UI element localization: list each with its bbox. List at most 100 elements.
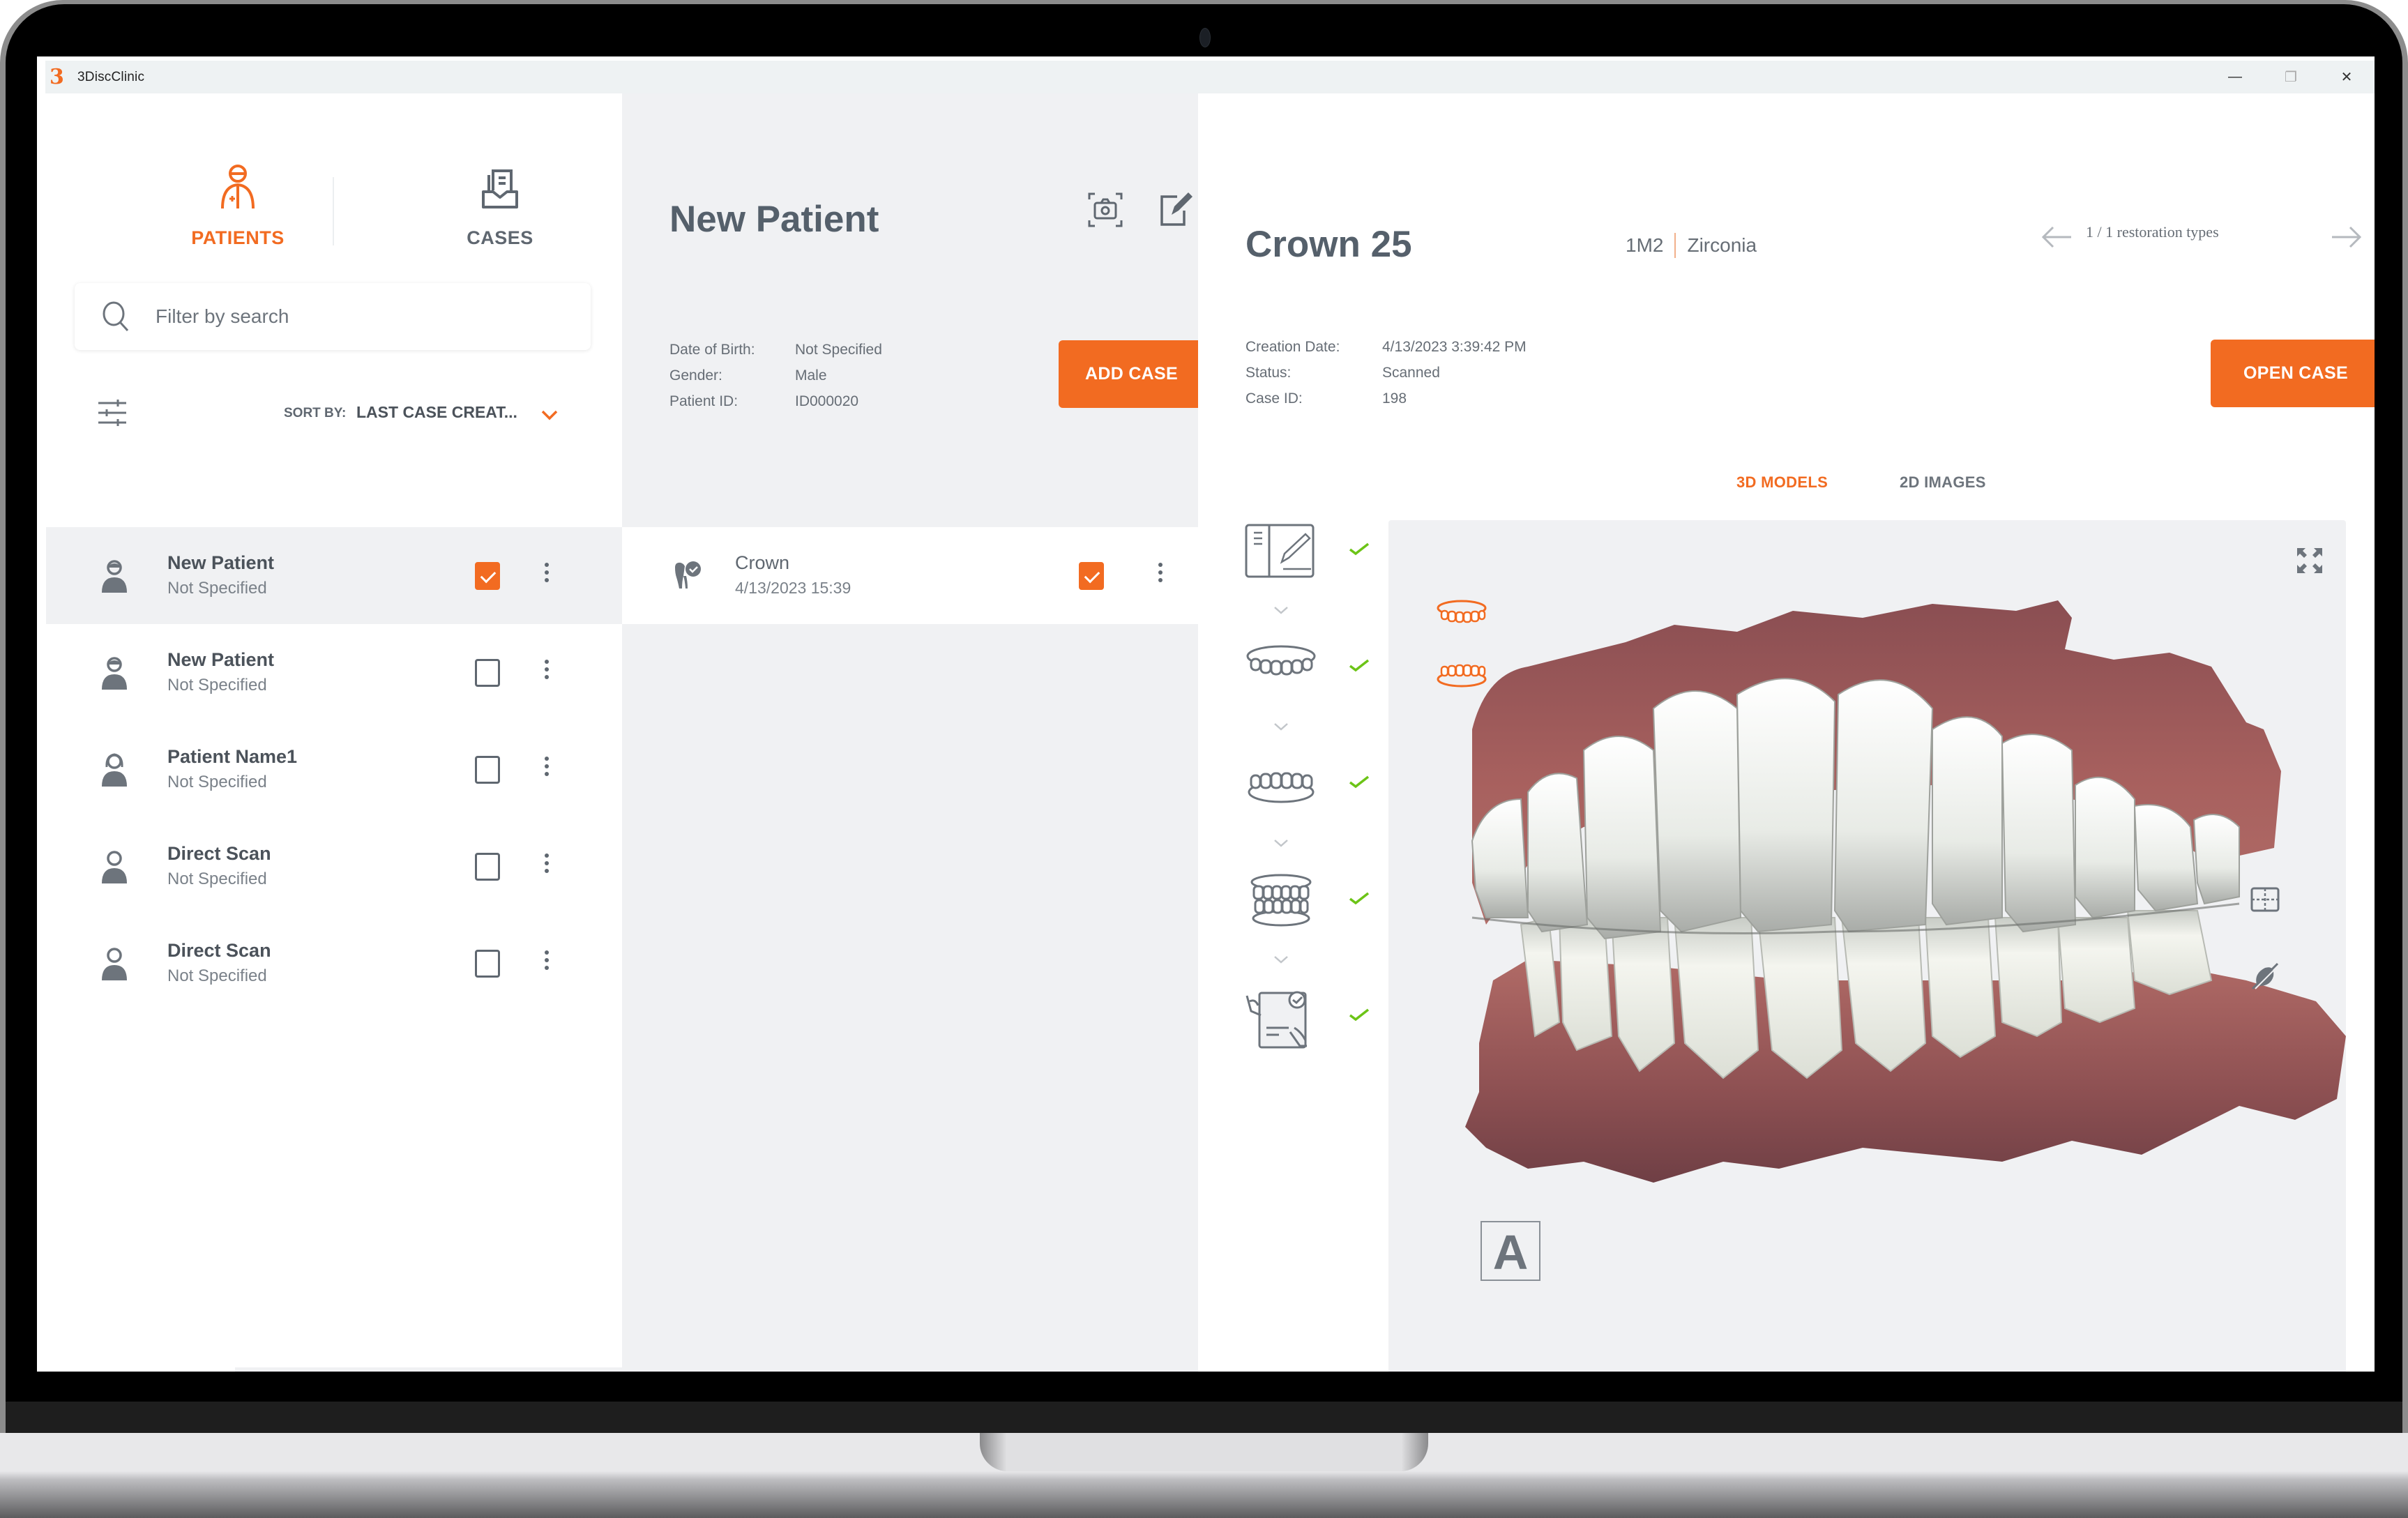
- patient-name: New Patient: [167, 552, 275, 573]
- patients-sidebar: PATIENTS CASES SORT BY:: [37, 93, 622, 1372]
- camera-capture-icon[interactable]: [1086, 191, 1124, 229]
- patient-name: Direct Scan: [167, 940, 271, 961]
- female-avatar-icon: [102, 753, 127, 787]
- tab-3d-models[interactable]: 3D MODELS: [1736, 473, 1828, 492]
- workflow-step-upper-jaw: [1244, 639, 1384, 756]
- filter-settings-icon[interactable]: [97, 397, 128, 428]
- dob-row: Date of Birth: Not Specified: [669, 342, 882, 367]
- neutral-avatar-icon: [102, 851, 127, 883]
- tab-patients-label: PATIENTS: [191, 227, 285, 248]
- prescription-form-icon[interactable]: [1244, 523, 1318, 579]
- sort-by-select[interactable]: LAST CASE CREAT...: [356, 403, 517, 422]
- sort-by-label: SORT BY:: [284, 406, 347, 420]
- chevron-down-icon[interactable]: [539, 404, 560, 425]
- case-checkbox[interactable]: [1079, 562, 1104, 590]
- dob-value: Not Specified: [795, 342, 882, 358]
- patient-checkbox[interactable]: [475, 659, 500, 687]
- patient-list-item[interactable]: New Patient Not Specified: [46, 624, 622, 721]
- search-input[interactable]: [154, 305, 561, 328]
- patient-list-item[interactable]: Patient Name1 Not Specified: [46, 721, 622, 818]
- laptop-chin: [6, 1402, 2402, 1433]
- case-list-item[interactable]: Crown 4/13/2023 15:39: [622, 527, 1198, 624]
- step-chevron-down-icon: [1274, 723, 1288, 731]
- review-approve-icon[interactable]: [1244, 989, 1318, 1052]
- patient-more-menu-icon[interactable]: [540, 656, 554, 687]
- texture-toggle-icon[interactable]: [2250, 961, 2280, 992]
- tab-patients[interactable]: PATIENTS: [133, 160, 342, 257]
- neutral-avatar-icon: [102, 948, 127, 980]
- edit-icon[interactable]: [1156, 191, 1194, 229]
- step-chevron-down-icon: [1274, 840, 1288, 847]
- patient-subtitle: Not Specified: [167, 870, 267, 888]
- step-done-check-icon: [1349, 775, 1370, 789]
- tab-2d-images[interactable]: 2D IMAGES: [1900, 473, 1986, 492]
- add-case-button[interactable]: ADD CASE: [1059, 340, 1204, 408]
- restoration-pager: 1 / 1 restoration types: [2086, 223, 2219, 241]
- patient-list-item[interactable]: Direct Scan Not Specified: [46, 818, 622, 915]
- patient-list-item[interactable]: Direct Scan Not Specified: [46, 915, 622, 1012]
- restore-button[interactable]: ❐: [2263, 61, 2319, 93]
- patient-name: Patient Name1: [167, 746, 298, 767]
- tab-cases-label: CASES: [467, 227, 533, 248]
- view-orientation-anterior[interactable]: A: [1481, 1221, 1540, 1281]
- section-view-icon[interactable]: [2250, 884, 2280, 915]
- patient-checkbox[interactable]: [475, 853, 500, 881]
- patient-info: Date of Birth: Not Specified Gender: Mal…: [669, 342, 882, 419]
- bite-scan-icon[interactable]: [1244, 872, 1318, 928]
- open-case-button[interactable]: OPEN CASE: [2211, 340, 2375, 407]
- patient-more-menu-icon[interactable]: [540, 850, 554, 881]
- patient-id-label: Patient ID:: [669, 393, 739, 409]
- case-id-label: Case ID:: [1245, 390, 1303, 407]
- case-id-value: 198: [1382, 390, 1407, 407]
- patient-name: New Patient: [167, 649, 275, 670]
- gender-value: Male: [795, 367, 827, 384]
- patient-list-item[interactable]: New Patient Not Specified: [46, 527, 622, 624]
- title-bar: 3 3DiscClinic — ❐ ✕: [45, 61, 2375, 93]
- model-tabs: 3D MODELS 2D IMAGES: [1198, 473, 2375, 501]
- webcam: [1199, 28, 1211, 47]
- status-label: Status:: [1245, 365, 1292, 381]
- case-info: Creation Date: 4/13/2023 3:39:42 PM Stat…: [1245, 339, 1527, 416]
- tab-divider: [333, 177, 334, 245]
- cases-icon: [482, 169, 518, 208]
- creation-date-label: Creation Date:: [1245, 339, 1340, 355]
- 3d-model-viewer[interactable]: A: [1388, 520, 2346, 1372]
- patient-checkbox[interactable]: [475, 950, 500, 978]
- step-done-check-icon: [1349, 892, 1370, 905]
- step-chevron-down-icon: [1274, 956, 1288, 964]
- patient-more-menu-icon[interactable]: [540, 753, 554, 784]
- dental-3d-model[interactable]: [1444, 590, 2346, 1238]
- lower-jaw-icon[interactable]: [1244, 756, 1318, 812]
- male-avatar-icon: [102, 560, 127, 593]
- patient-more-menu-icon[interactable]: [540, 947, 554, 978]
- fullscreen-expand-icon[interactable]: [2294, 545, 2325, 576]
- upper-jaw-icon[interactable]: [1244, 639, 1318, 695]
- tooth-check-icon: [675, 561, 701, 589]
- case-title: Crown 25: [1245, 224, 1412, 265]
- app-title: 3DiscClinic: [77, 69, 145, 84]
- workflow-step-review: [1244, 989, 1384, 1105]
- case-more-menu-icon[interactable]: [1153, 559, 1167, 590]
- gender-row: Gender: Male: [669, 367, 882, 393]
- patient-more-menu-icon[interactable]: [540, 559, 554, 590]
- upper-jaw-toggle-icon[interactable]: [1436, 598, 1487, 626]
- patient-checkbox[interactable]: [475, 756, 500, 784]
- workflow-steps: [1244, 523, 1384, 1105]
- lower-jaw-toggle-icon[interactable]: [1436, 661, 1487, 689]
- step-done-check-icon: [1349, 542, 1370, 556]
- tab-cases[interactable]: CASES: [395, 160, 605, 257]
- minimize-button[interactable]: —: [2207, 61, 2263, 93]
- meta-separator: [1674, 233, 1676, 258]
- workflow-step-prescription: [1244, 523, 1384, 639]
- patient-subtitle: Not Specified: [167, 579, 267, 598]
- male-avatar-icon: [102, 657, 127, 690]
- close-button[interactable]: ✕: [2319, 61, 2375, 93]
- patient-list: New Patient Not Specified New Patient Not S…: [46, 527, 622, 1012]
- patient-checkbox[interactable]: [475, 562, 500, 590]
- arrow-left-icon[interactable]: [2039, 223, 2074, 251]
- tooth-number: 1M2: [1626, 234, 1664, 256]
- patient-subtitle: Not Specified: [167, 966, 267, 985]
- case-name: Crown: [735, 552, 790, 573]
- step-chevron-down-icon: [1274, 607, 1288, 614]
- arrow-right-icon[interactable]: [2329, 223, 2364, 251]
